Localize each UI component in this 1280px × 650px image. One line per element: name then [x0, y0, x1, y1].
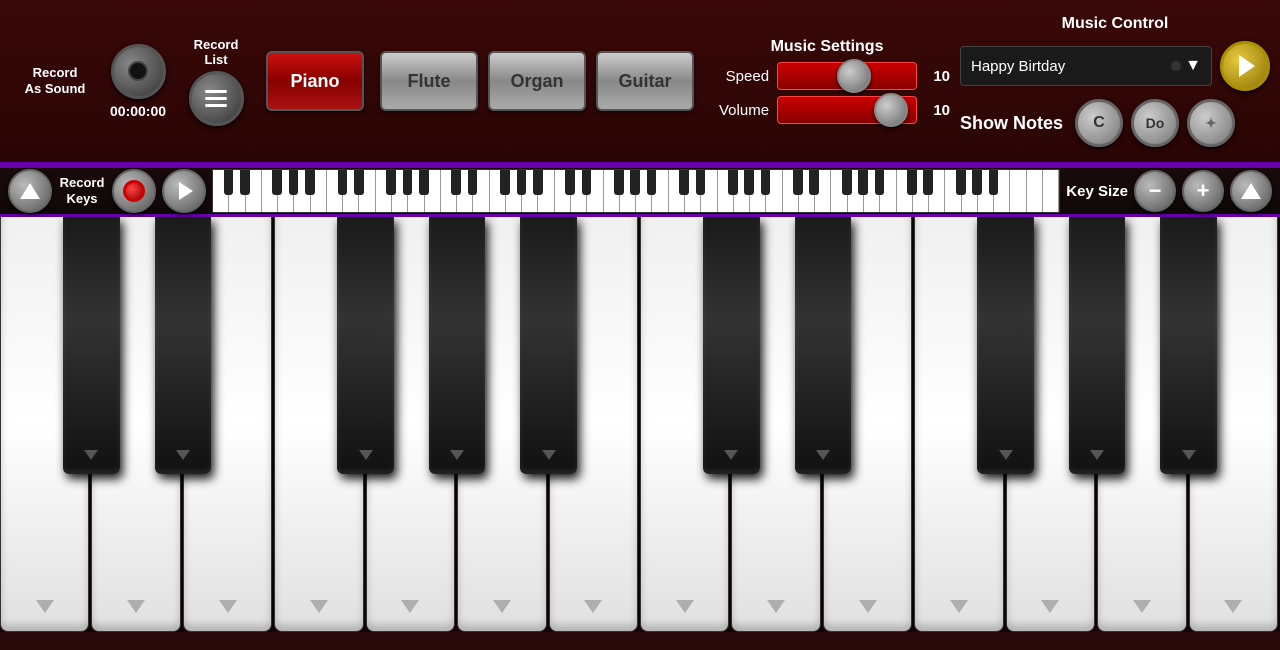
play-icon	[1239, 55, 1255, 77]
record-keys-button[interactable]	[112, 169, 156, 213]
song-name: Happy Birtday	[971, 58, 1065, 75]
key-arrow	[1041, 600, 1059, 613]
key-arrow	[676, 600, 694, 613]
black-key-7[interactable]	[703, 217, 760, 474]
key-arrow	[1133, 600, 1151, 613]
do-note-button[interactable]: Do	[1131, 99, 1179, 147]
chevron-down-icon: ▼	[1185, 57, 1201, 75]
black-key-1[interactable]	[155, 217, 212, 474]
black-key-5[interactable]	[520, 217, 577, 474]
play-keys-icon	[179, 182, 193, 200]
black-key-arrow	[1090, 450, 1104, 460]
key-arrow	[36, 600, 54, 613]
record-list-label: Record List	[194, 37, 239, 67]
volume-value: 10	[925, 102, 950, 119]
key-arrow	[859, 600, 877, 613]
black-key-11[interactable]	[1069, 217, 1126, 474]
key-size-up-button[interactable]	[1230, 170, 1272, 212]
key-size-decrease-button[interactable]: −	[1134, 170, 1176, 212]
black-key-arrow	[999, 450, 1013, 460]
instrument-btn-piano[interactable]: Piano	[266, 51, 364, 111]
black-key-arrow	[542, 450, 556, 460]
black-key-arrow	[724, 450, 738, 460]
top-bar: Record As Sound 00:00:00 Record List Pia…	[0, 0, 1280, 165]
key-arrow	[127, 600, 145, 613]
record-list-button[interactable]	[189, 71, 244, 126]
black-key-arrow	[450, 450, 464, 460]
volume-slider-track[interactable]	[777, 96, 917, 124]
volume-slider-thumb[interactable]	[874, 93, 908, 127]
c-note-button[interactable]: C	[1075, 99, 1123, 147]
black-key-3[interactable]	[337, 217, 394, 474]
key-arrow	[493, 600, 511, 613]
key-arrow	[219, 600, 237, 613]
key-size-section: Key Size − +	[1066, 170, 1272, 212]
record-dot-icon	[123, 180, 145, 202]
black-key-10[interactable]	[977, 217, 1034, 474]
black-key-arrow	[1182, 450, 1196, 460]
key-size-up-icon	[1241, 183, 1261, 199]
play-keys-button[interactable]	[162, 169, 206, 213]
key-size-label: Key Size	[1066, 183, 1128, 200]
key-arrow	[401, 600, 419, 613]
key-arrow	[1224, 600, 1242, 613]
instrument-btn-guitar[interactable]: Guitar	[596, 51, 694, 111]
show-notes-label: Show Notes	[960, 113, 1063, 134]
song-dot	[1171, 61, 1181, 71]
speed-slider-row: Speed 10	[704, 62, 950, 90]
volume-label: Volume	[704, 102, 769, 119]
music-control-row: Happy Birtday ▼	[960, 41, 1270, 91]
speed-slider-thumb[interactable]	[837, 59, 871, 93]
music-settings-title: Music Settings	[771, 38, 884, 56]
knob-inner	[128, 61, 148, 81]
black-key-arrow	[816, 450, 830, 460]
nav-up-button[interactable]	[8, 169, 52, 213]
keyboard-nav-bar: Record Keys Key Size − +	[0, 165, 1280, 217]
list-icon	[205, 90, 227, 107]
black-key-0[interactable]	[63, 217, 120, 474]
key-arrow	[310, 600, 328, 613]
play-button[interactable]	[1220, 41, 1270, 91]
record-list-section: Record List	[176, 37, 256, 126]
record-sound-section: Record As Sound	[10, 65, 100, 96]
music-control-section: Music Control Happy Birtday ▼ Show Notes…	[960, 15, 1270, 147]
black-key-4[interactable]	[429, 217, 486, 474]
speed-slider-track[interactable]	[777, 62, 917, 90]
volume-slider-row: Volume 10	[704, 96, 950, 124]
music-control-title: Music Control	[960, 15, 1270, 33]
record-keys-label: Record Keys	[60, 175, 105, 206]
nav-up-icon	[20, 183, 40, 199]
record-sound-label: Record As Sound	[25, 65, 86, 96]
instrument-btn-organ[interactable]: Organ	[488, 51, 586, 111]
black-key-arrow	[359, 450, 373, 460]
black-key-12[interactable]	[1160, 217, 1217, 474]
black-key-arrow	[176, 450, 190, 460]
instrument-btn-flute[interactable]: Flute	[380, 51, 478, 111]
speed-value: 10	[925, 68, 950, 85]
key-size-increase-button[interactable]: +	[1182, 170, 1224, 212]
song-select-dropdown[interactable]: Happy Birtday ▼	[960, 46, 1212, 86]
record-sound-knob[interactable]	[111, 44, 166, 99]
show-notes-row: Show Notes C Do ✦	[960, 99, 1270, 147]
black-key-arrow	[84, 450, 98, 460]
piano-area	[0, 217, 1280, 632]
key-arrow	[950, 600, 968, 613]
black-key-8[interactable]	[795, 217, 852, 474]
extra-note-button[interactable]: ✦	[1187, 99, 1235, 147]
key-arrow	[767, 600, 785, 613]
timer-display: 00:00:00	[110, 103, 166, 119]
mini-keyboard-navigator[interactable]	[212, 169, 1060, 213]
key-arrow	[584, 600, 602, 613]
music-settings-section: Music Settings Speed 10 Volume 10	[704, 38, 950, 124]
speed-label: Speed	[704, 68, 769, 85]
